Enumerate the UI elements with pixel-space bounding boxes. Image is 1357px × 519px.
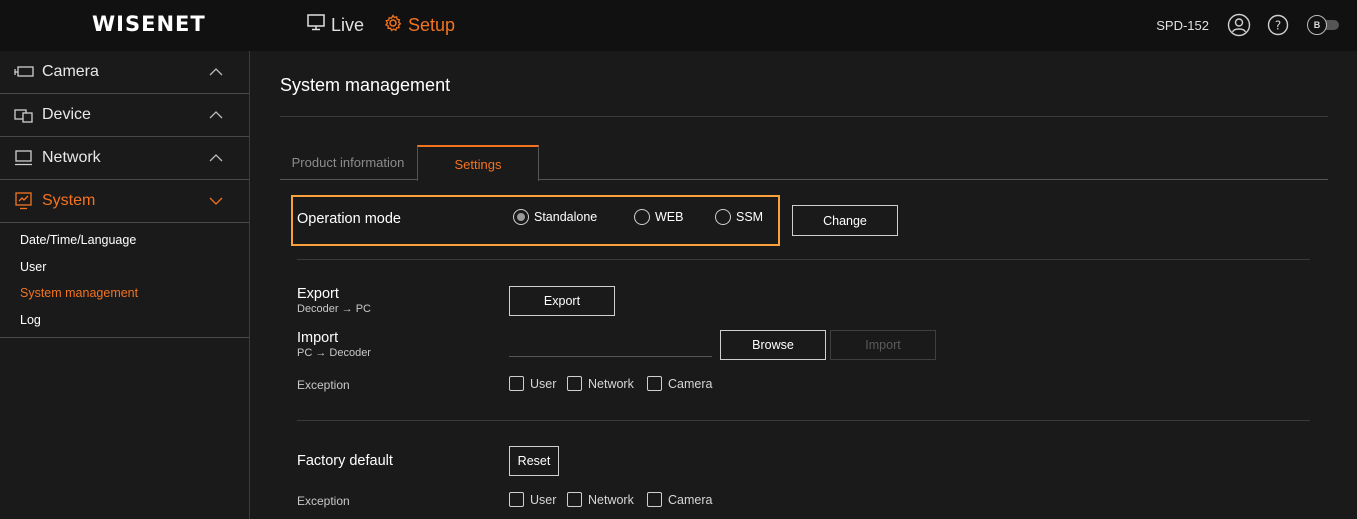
export-sublabel: Decoder → PC <box>297 303 371 315</box>
chevron-up-icon <box>209 107 223 125</box>
checkbox-label: Network <box>588 492 634 507</box>
camera-icon <box>14 64 36 80</box>
radio-label: SSM <box>736 210 764 224</box>
system-submenu: Date/Time/Language User System managemen… <box>0 223 249 338</box>
device-name: SPD-152 <box>1156 17 1209 33</box>
header-right: SPD-152 ? B <box>1156 12 1341 38</box>
import-label: Import <box>297 330 339 346</box>
sidebar-menu-network[interactable]: Network <box>0 137 249 180</box>
checkbox-box <box>567 492 582 507</box>
sidebar-menu-label: Camera <box>42 63 99 80</box>
checkbox-camera[interactable]: Camera <box>647 376 712 391</box>
section-divider <box>297 259 1310 260</box>
checkbox-box <box>567 376 582 391</box>
nav-live-label: Live <box>331 14 365 35</box>
main-content: System management Product information Se… <box>251 51 1357 519</box>
import-sublabel: PC → Decoder <box>297 347 371 359</box>
browse-button[interactable]: Browse <box>720 330 826 360</box>
sidebar-item-system-management[interactable]: System management <box>0 280 249 307</box>
checkbox-label: User <box>530 376 557 391</box>
chevron-up-icon <box>209 150 223 168</box>
wisenet-logo: WISENET <box>92 12 206 36</box>
sidebar-menu-label: Network <box>42 149 101 166</box>
tab-settings[interactable]: Settings <box>417 145 539 181</box>
sidebar: Camera Device Network System Date/Time/L… <box>0 51 250 519</box>
sidebar-menu-label: Device <box>42 106 91 123</box>
sidebar-menu-label: System <box>42 192 96 209</box>
radio-label: WEB <box>655 210 684 224</box>
monitor-icon <box>307 14 325 36</box>
toggle-knob: B <box>1307 15 1327 35</box>
top-header: WISENET Live Setup SPD-152 ? B <box>0 0 1357 51</box>
export-label: Export <box>297 286 339 302</box>
sidebar-item-log[interactable]: Log <box>0 307 249 334</box>
gear-icon <box>384 14 402 37</box>
checkbox-network[interactable]: Network <box>567 492 634 507</box>
nav-live[interactable]: Live <box>307 14 364 36</box>
section-divider <box>297 420 1310 421</box>
sidebar-item-user[interactable]: User <box>0 254 249 281</box>
import-button[interactable]: Import <box>830 330 936 360</box>
radio-web[interactable]: WEB <box>634 209 683 225</box>
system-icon <box>14 192 36 210</box>
reset-button[interactable]: Reset <box>509 446 559 476</box>
theme-toggle[interactable]: B <box>1307 15 1341 35</box>
sidebar-item-date-time-language[interactable]: Date/Time/Language <box>0 227 249 254</box>
user-icon[interactable] <box>1227 13 1251 37</box>
checkbox-label: Network <box>588 376 634 391</box>
checkbox-box <box>509 492 524 507</box>
change-button[interactable]: Change <box>792 205 898 236</box>
checkbox-user[interactable]: User <box>509 376 556 391</box>
device-icon <box>14 107 36 123</box>
sidebar-menu-system[interactable]: System <box>0 180 249 223</box>
tab-product-information[interactable]: Product information <box>280 145 416 180</box>
radio-standalone[interactable]: Standalone <box>513 209 597 225</box>
radio-ssm[interactable]: SSM <box>715 209 763 225</box>
checkbox-camera[interactable]: Camera <box>647 492 712 507</box>
import-file-field[interactable] <box>509 356 712 357</box>
radio-circle <box>715 209 731 225</box>
exception-label: Exception <box>297 378 350 392</box>
sidebar-menu-camera[interactable]: Camera <box>0 51 249 94</box>
nav-setup-label: Setup <box>408 15 456 35</box>
checkbox-box <box>647 492 662 507</box>
title-divider <box>280 116 1328 117</box>
checkbox-box <box>509 376 524 391</box>
checkbox-box <box>647 376 662 391</box>
radio-label: Standalone <box>534 210 598 224</box>
chevron-up-icon <box>209 64 223 82</box>
exception-label: Exception <box>297 494 350 508</box>
factory-default-label: Factory default <box>297 453 393 469</box>
checkbox-label: Camera <box>668 492 713 507</box>
radio-circle <box>513 209 529 225</box>
export-button[interactable]: Export <box>509 286 615 316</box>
sidebar-menu-device[interactable]: Device <box>0 94 249 137</box>
page-title: System management <box>280 75 451 95</box>
chevron-down-icon <box>209 193 223 211</box>
checkbox-label: User <box>530 492 557 507</box>
help-icon[interactable]: ? <box>1267 14 1289 36</box>
checkbox-network[interactable]: Network <box>567 376 634 391</box>
checkbox-user[interactable]: User <box>509 492 556 507</box>
nav-setup[interactable]: Setup <box>384 14 455 37</box>
operation-mode-label: Operation mode <box>297 211 401 227</box>
radio-circle <box>634 209 650 225</box>
checkbox-label: Camera <box>668 376 713 391</box>
network-icon <box>14 150 36 166</box>
svg-text:?: ? <box>1275 19 1281 33</box>
